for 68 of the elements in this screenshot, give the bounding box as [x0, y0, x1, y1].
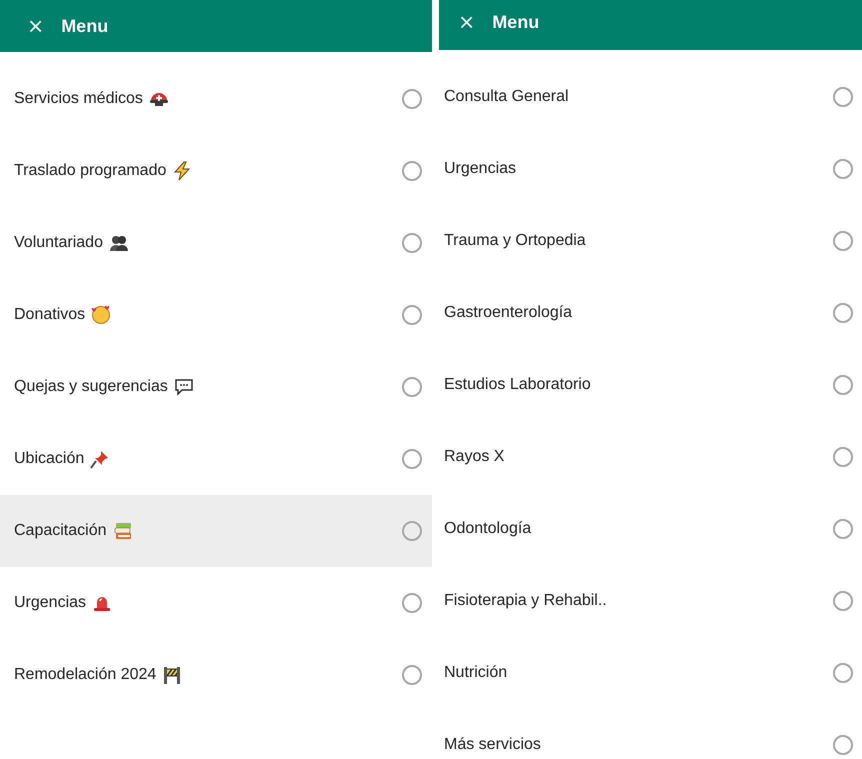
radio-button[interactable] [833, 663, 853, 683]
menu-item[interactable]: Donativos [0, 279, 432, 351]
radio-button[interactable] [833, 447, 853, 467]
menu-item[interactable]: Urgencias [0, 567, 432, 639]
barrier-icon [162, 665, 182, 685]
menu-item[interactable]: Más servicios [438, 709, 862, 759]
menu-item[interactable]: Rayos X [438, 421, 862, 493]
item-label: Ubicación [14, 449, 84, 469]
close-button[interactable]: × [28, 13, 44, 39]
menu-item[interactable]: Remodelación 2024 [0, 639, 432, 711]
menu-item[interactable]: Capacitación [0, 495, 432, 567]
radio-button[interactable] [833, 735, 853, 755]
item-label: Odontología [444, 519, 532, 539]
menu-item[interactable]: Nutrición [438, 637, 862, 709]
item-label: Consulta General [444, 87, 569, 107]
item-label: Voluntariado [14, 233, 103, 253]
menu-item[interactable]: Voluntariado [0, 207, 432, 279]
item-label: Quejas y sugerencias [14, 377, 168, 397]
item-label: Más servicios [444, 735, 541, 755]
menu-item[interactable]: Servicios médicos [0, 63, 432, 135]
menu-item[interactable]: Odontología [438, 493, 862, 565]
radio-button[interactable] [833, 159, 853, 179]
people-icon [108, 233, 129, 253]
radio-button[interactable] [402, 377, 422, 397]
menu-item[interactable]: Consulta General [438, 61, 862, 133]
menu-item[interactable]: Fisioterapia y Rehabil.. [438, 565, 862, 637]
item-label: Nutrición [444, 663, 508, 683]
item-label: Urgencias [14, 593, 86, 613]
radio-button[interactable] [402, 449, 422, 469]
item-label: Servicios médicos [14, 89, 143, 109]
item-label: Urgencias [444, 159, 516, 179]
item-label: Capacitación [14, 521, 106, 541]
menu-item[interactable]: Urgencias [438, 133, 862, 205]
hearts-icon [91, 305, 112, 325]
radio-button[interactable] [402, 161, 422, 181]
menu-title: Menu [492, 11, 540, 34]
speech-bubble-icon [174, 377, 194, 397]
item-label: Donativos [14, 305, 86, 325]
radio-button[interactable] [833, 231, 853, 251]
radio-button[interactable] [833, 87, 853, 107]
menu-item[interactable]: Ubicación [0, 423, 432, 495]
books-icon [112, 521, 132, 541]
radio-button[interactable] [402, 89, 422, 109]
item-label: Traslado programado [14, 161, 166, 181]
radio-button[interactable] [833, 303, 853, 323]
menu-item[interactable]: Trauma y Ortopedia [438, 205, 862, 277]
radio-button[interactable] [833, 375, 853, 395]
radio-button[interactable] [402, 593, 422, 613]
item-label: Rayos X [444, 447, 504, 467]
radio-button[interactable] [402, 233, 422, 253]
menu-item[interactable]: Traslado programado [0, 135, 432, 207]
menu-item[interactable]: Gastroenterología [438, 277, 862, 349]
radio-button[interactable] [402, 305, 422, 325]
item-label: Trauma y Ortopedia [444, 231, 586, 251]
item-label: Remodelación 2024 [14, 665, 156, 685]
pushpin-icon [90, 449, 110, 469]
menu-item[interactable]: Estudios Laboratorio [438, 349, 862, 421]
item-label: Estudios Laboratorio [444, 375, 591, 395]
lightning-icon [172, 161, 192, 181]
radio-button[interactable] [402, 665, 422, 685]
radio-button[interactable] [833, 591, 853, 611]
close-button[interactable]: × [459, 9, 474, 35]
menu-title: Menu [61, 14, 108, 38]
radio-button[interactable] [833, 519, 853, 539]
radio-button[interactable] [402, 521, 422, 541]
item-label: Gastroenterología [444, 303, 572, 323]
menu-item[interactable]: Quejas y sugerencias [0, 351, 432, 423]
item-label: Fisioterapia y Rehabil.. [444, 591, 607, 611]
